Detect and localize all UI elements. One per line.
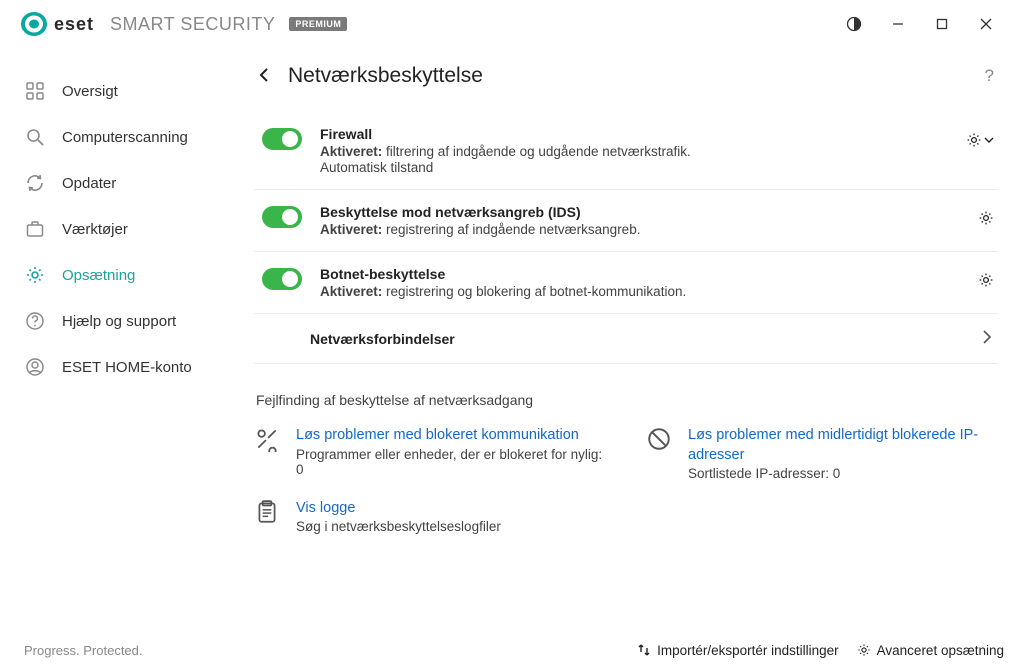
- import-export-icon: [637, 643, 651, 657]
- sidebar: Oversigt Computerscanning Opdater Værktø…: [0, 48, 228, 630]
- setting-desc: Aktiveret: registrering af indgående net…: [320, 222, 956, 237]
- sidebar-item-label: Hjælp og support: [62, 313, 176, 330]
- sidebar-item-label: Opsætning: [62, 267, 135, 284]
- trouble-link-blocked-comm[interactable]: Løs problemer med blokeret kommunikation: [296, 426, 606, 446]
- help-button[interactable]: ?: [981, 62, 998, 90]
- minimize-icon: [892, 18, 904, 30]
- account-icon: [24, 356, 46, 378]
- setting-row-firewall: Firewall Aktiveret: filtrering af indgåe…: [254, 112, 998, 190]
- premium-badge: PREMIUM: [289, 17, 347, 31]
- setting-title: Beskyttelse mod netværksangreb (IDS): [320, 204, 956, 220]
- sidebar-item-label: Oversigt: [62, 83, 118, 100]
- sidebar-item-scan[interactable]: Computerscanning: [0, 114, 228, 160]
- titlebar: eset SMART SECURITY PREMIUM: [0, 0, 1024, 48]
- sidebar-item-setup[interactable]: Opsætning: [0, 252, 228, 298]
- chevron-left-icon: [258, 68, 270, 82]
- ids-settings-button[interactable]: [974, 206, 998, 230]
- trouble-link-blocked-ips[interactable]: Løs problemer med midlertidigt blokerede…: [688, 426, 998, 465]
- chevron-down-icon: [984, 135, 994, 145]
- tools-icon: [254, 426, 282, 454]
- advanced-setup-button[interactable]: Avanceret opsætning: [857, 643, 1004, 658]
- toggle-ids[interactable]: [262, 206, 302, 228]
- setting-row-botnet: Botnet-beskyttelse Aktiveret: registreri…: [254, 252, 998, 314]
- sidebar-item-update[interactable]: Opdater: [0, 160, 228, 206]
- footer-action-label: Importér/eksportér indstillinger: [657, 643, 839, 658]
- toggle-firewall[interactable]: [262, 128, 302, 150]
- footer-action-label: Avanceret opsætning: [877, 643, 1004, 658]
- content: Netværksbeskyttelse ? Firewall Aktiveret…: [228, 48, 1024, 630]
- gear-icon: [24, 264, 46, 286]
- gear-icon: [978, 272, 994, 288]
- setting-title: Botnet-beskyttelse: [320, 266, 956, 282]
- trouble-view-logs: Vis logge Søg i netværksbeskyttelseslogf…: [254, 499, 606, 535]
- botnet-settings-button[interactable]: [974, 268, 998, 292]
- footer: Progress. Protected. Importér/eksportér …: [0, 630, 1024, 670]
- clipboard-icon: [254, 499, 282, 527]
- import-export-button[interactable]: Importér/eksportér indstillinger: [637, 643, 839, 658]
- back-button[interactable]: [254, 64, 274, 89]
- sidebar-item-label: Værktøjer: [62, 221, 128, 238]
- brand-eset-text: eset: [54, 14, 94, 35]
- trouble-desc: Programmer eller enheder, der er blokere…: [296, 447, 606, 477]
- setting-text: Beskyttelse mod netværksangreb (IDS) Akt…: [320, 204, 956, 237]
- setting-desc: Aktiveret: registrering og blokering af …: [320, 284, 956, 299]
- close-button[interactable]: [964, 4, 1008, 44]
- sidebar-item-label: ESET HOME-konto: [62, 359, 192, 376]
- setting-text: Botnet-beskyttelse Aktiveret: registreri…: [320, 266, 956, 299]
- refresh-icon: [24, 172, 46, 194]
- troubleshoot-grid: Løs problemer med blokeret kommunikation…: [254, 426, 998, 556]
- chevron-right-icon: [982, 330, 992, 347]
- setting-title: Firewall: [320, 126, 944, 142]
- dashboard-icon: [24, 80, 46, 102]
- setting-row-ids: Beskyttelse mod netværksangreb (IDS) Akt…: [254, 190, 998, 252]
- troubleshoot-heading: Fejlfinding af beskyttelse af netværksad…: [256, 392, 998, 408]
- setting-desc: Aktiveret: filtrering af indgående og ud…: [320, 144, 944, 159]
- close-icon: [980, 18, 992, 30]
- eset-logo: eset: [20, 11, 94, 37]
- trouble-link-logs[interactable]: Vis logge: [296, 499, 501, 519]
- theme-toggle-button[interactable]: [832, 4, 876, 44]
- setting-text: Firewall Aktiveret: filtrering af indgåe…: [320, 126, 944, 175]
- half-circle-icon: [846, 16, 862, 32]
- network-connections-label: Netværksforbindelser: [310, 331, 455, 347]
- sidebar-item-label: Computerscanning: [62, 129, 188, 146]
- sidebar-item-home-account[interactable]: ESET HOME-konto: [0, 344, 228, 390]
- gear-icon: [978, 210, 994, 226]
- content-header: Netværksbeskyttelse ?: [254, 62, 998, 90]
- sidebar-item-help[interactable]: Hjælp og support: [0, 298, 228, 344]
- gear-icon: [857, 643, 871, 657]
- gear-icon: [966, 132, 982, 148]
- product-name: SMART SECURITY: [110, 14, 275, 35]
- firewall-settings-button[interactable]: [962, 128, 998, 152]
- network-connections-row[interactable]: Netværksforbindelser: [254, 314, 998, 364]
- setting-extra: Automatisk tilstand: [320, 160, 944, 175]
- brand-area: eset SMART SECURITY PREMIUM: [20, 11, 347, 37]
- main-area: Oversigt Computerscanning Opdater Værktø…: [0, 48, 1024, 630]
- sidebar-item-label: Opdater: [62, 175, 116, 192]
- toggle-botnet[interactable]: [262, 268, 302, 290]
- trouble-desc: Søg i netværksbeskyttelseslogfiler: [296, 519, 501, 534]
- trouble-desc: Sortlistede IP-adresser: 0: [688, 466, 998, 481]
- eset-logo-icon: [20, 11, 48, 37]
- maximize-icon: [936, 18, 948, 30]
- minimize-button[interactable]: [876, 4, 920, 44]
- footer-tagline: Progress. Protected.: [24, 643, 143, 658]
- sidebar-item-tools[interactable]: Værktøjer: [0, 206, 228, 252]
- block-icon: [646, 426, 674, 454]
- briefcase-icon: [24, 218, 46, 240]
- page-title: Netværksbeskyttelse: [288, 64, 483, 88]
- sidebar-item-overview[interactable]: Oversigt: [0, 68, 228, 114]
- magnifier-icon: [24, 126, 46, 148]
- help-icon: [24, 310, 46, 332]
- maximize-button[interactable]: [920, 4, 964, 44]
- trouble-blocked-communication: Løs problemer med blokeret kommunikation…: [254, 426, 606, 477]
- trouble-blocked-ips: Løs problemer med midlertidigt blokerede…: [646, 426, 998, 481]
- window-controls: [832, 4, 1008, 44]
